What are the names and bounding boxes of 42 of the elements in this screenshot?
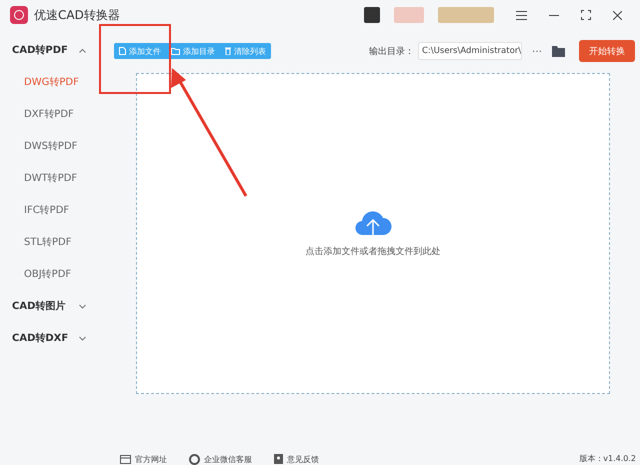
chat-icon — [189, 454, 200, 464]
sidebar-group[interactable]: CAD转PDF — [0, 34, 100, 66]
drop-zone[interactable]: 点击添加文件或者拖拽文件到此处 — [136, 73, 610, 394]
footer-link[interactable]: 企业微信客服 — [189, 453, 252, 465]
folder-icon — [171, 48, 180, 54]
sidebar-item[interactable]: DXF转PDF — [0, 98, 100, 130]
sidebar-item[interactable]: DWG转PDF — [0, 66, 100, 98]
file-icon — [119, 47, 126, 55]
sidebar-item[interactable]: DWS转PDF — [0, 130, 100, 162]
chevron-icon — [79, 336, 86, 340]
trash-icon — [225, 47, 231, 55]
output-label: 输出目录： — [369, 46, 414, 58]
chevron-icon — [79, 304, 86, 308]
menu-button[interactable] — [516, 10, 527, 20]
more-button[interactable]: ··· — [526, 44, 548, 58]
drop-hint: 点击添加文件或者拖拽文件到此处 — [306, 246, 440, 258]
version-label: 版本：v1.4.0.2 — [579, 453, 637, 465]
start-convert-button[interactable]: 开始转换 — [579, 40, 635, 62]
output-path-field[interactable]: C:\Users\Administrator\ — [418, 42, 522, 60]
highlight-frame — [99, 24, 171, 94]
close-button[interactable] — [613, 10, 622, 20]
chevron-icon — [79, 48, 86, 52]
blurred-placeholder — [394, 7, 424, 23]
window-title: 优速CAD转换器 — [34, 6, 121, 24]
maximize-icon — [581, 10, 591, 20]
footer-link[interactable]: 官方网址 — [120, 453, 167, 465]
sidebar-group[interactable]: CAD转图片 — [0, 290, 100, 322]
avatar-placeholder — [364, 7, 380, 23]
folder-icon[interactable] — [552, 46, 565, 56]
sidebar-item[interactable]: IFC转PDF — [0, 194, 100, 226]
menu-icon — [516, 10, 527, 20]
browser-icon — [120, 454, 131, 464]
blurred-placeholder — [438, 7, 494, 23]
close-icon — [613, 10, 622, 20]
sidebar-item[interactable]: OBJ转PDF — [0, 258, 100, 290]
person-icon — [274, 454, 283, 464]
maximize-button[interactable] — [581, 10, 591, 20]
sidebar-item[interactable]: STL转PDF — [0, 226, 100, 258]
sidebar-item[interactable]: DWT转PDF — [0, 162, 100, 194]
app-logo — [10, 6, 28, 24]
footer-link[interactable]: 意见反馈 — [274, 453, 319, 465]
sidebar-group[interactable]: CAD转DXF — [0, 322, 100, 354]
